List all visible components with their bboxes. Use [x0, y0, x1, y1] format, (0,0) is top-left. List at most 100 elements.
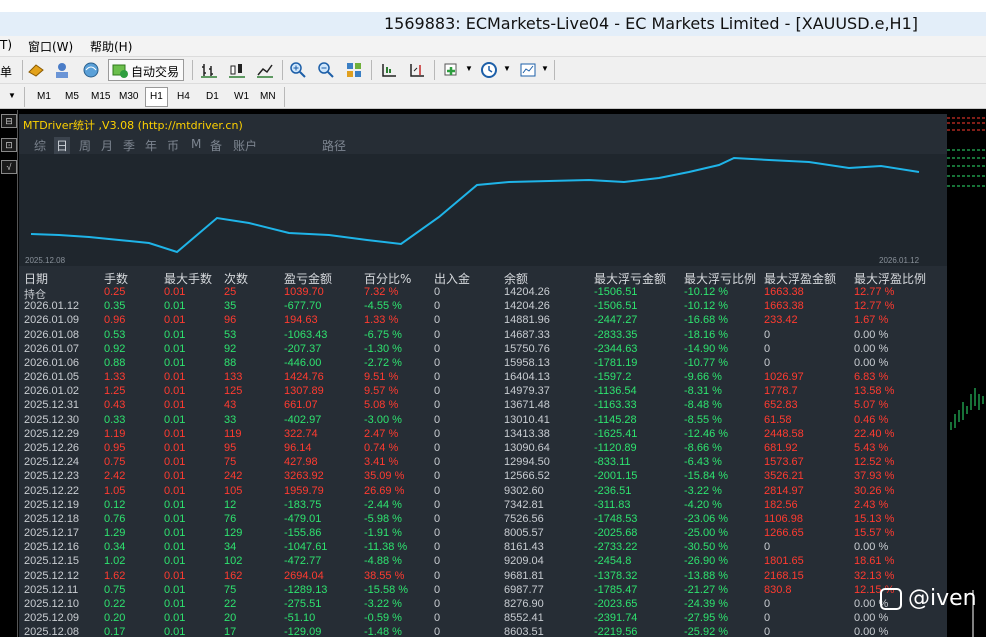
periods-clock-icon[interactable]	[480, 61, 498, 79]
cell-percent: 26.69 %	[364, 484, 405, 497]
cell-profit: -207.37	[284, 342, 322, 355]
cell-max-float-profit-pct: 6.83 %	[854, 371, 889, 384]
menu-item-tools[interactable]: T)	[0, 38, 12, 52]
timeframe-m15[interactable]: M15	[87, 87, 114, 107]
cell-max-float-loss: -311.83	[594, 498, 631, 511]
cell-date: 2026.01.12	[24, 300, 80, 313]
stats-tabs: 综 日 周 月 季 年 币 M 备 账户 路径	[19, 136, 947, 154]
line-chart-icon[interactable]	[256, 61, 274, 79]
timeframe-m5[interactable]: M5	[61, 87, 83, 107]
cell-max-float-loss: -2391.74	[594, 612, 638, 625]
cell-max-float-loss: -2833.35	[594, 328, 638, 341]
timeframe-w1[interactable]: W1	[230, 87, 253, 107]
chart-shift-icon[interactable]	[408, 61, 426, 79]
account-icon[interactable]	[53, 61, 71, 79]
mtdriver-stats-panel: MTDriver统计 ,V3.08 (http://mtdriver.cn) 综…	[19, 114, 947, 637]
candlestick-icon[interactable]	[228, 61, 246, 79]
chevron-down-icon[interactable]: ▼	[541, 64, 549, 73]
auto-scroll-icon[interactable]	[380, 61, 398, 79]
header-max-float-loss-pct: 最大浮亏比例	[684, 272, 757, 286]
cell-deposit: 0	[434, 399, 441, 412]
cell-profit: 96.14	[284, 441, 312, 454]
cell-balance: 14979.37	[504, 385, 550, 398]
cell-max-float-loss-pct: -10.12 %	[684, 286, 729, 298]
cell-max-float-loss: -1785.47	[594, 583, 638, 596]
cell-date: 2026.01.09	[24, 314, 80, 327]
cell-count: 53	[224, 328, 237, 341]
chevron-down-icon[interactable]: ▼	[465, 64, 473, 73]
tab-magic[interactable]: M	[191, 137, 201, 151]
cell-max-lots: 0.01	[164, 427, 186, 440]
cell-profit: 1039.70	[284, 286, 324, 298]
table-row: 2025.12.15 1.02 0.01 102 -472.77 -4.88 % 0 9209…	[19, 555, 947, 569]
cell-max-lots: 0.01	[164, 385, 186, 398]
tab-summary[interactable]: 综	[34, 137, 46, 154]
cell-deposit: 0	[434, 371, 441, 384]
cell-max-lots: 0.01	[164, 413, 186, 426]
cell-count: 96	[224, 314, 237, 327]
templates-icon[interactable]	[519, 61, 537, 79]
timeframe-d1[interactable]: D1	[202, 87, 223, 107]
cell-max-float-profit: 652.83	[764, 399, 798, 412]
cell-max-lots: 0.01	[164, 342, 186, 355]
tab-daily[interactable]: 日	[54, 137, 71, 154]
timeframe-h1[interactable]: H1	[145, 87, 168, 107]
chart-check-button[interactable]: √	[1, 160, 17, 174]
cell-date: 2025.12.30	[24, 413, 80, 426]
cell-deposit: 0	[434, 498, 441, 511]
cell-max-float-loss: -1625.41	[594, 427, 638, 440]
history-center-icon[interactable]	[27, 61, 45, 79]
cell-deposit: 0	[434, 413, 441, 426]
chevron-down-icon[interactable]: ▼	[503, 64, 511, 73]
cell-lots: 0.88	[104, 356, 126, 369]
auto-trade-button[interactable]: 自动交易	[108, 59, 184, 81]
cell-max-float-loss-pct: -16.68 %	[684, 314, 729, 327]
timeframe-m1[interactable]: M1	[33, 87, 55, 107]
tab-currency[interactable]: 币	[167, 137, 179, 154]
menu-item-help[interactable]: 帮助(H)	[90, 38, 132, 55]
zoom-in-icon[interactable]	[289, 61, 307, 79]
window-restore-button[interactable]: ⊟	[1, 114, 17, 128]
cell-max-lots: 0.01	[164, 470, 186, 483]
cell-max-float-profit: 61.58	[764, 413, 792, 426]
cell-count: 162	[224, 569, 243, 582]
tile-windows-icon[interactable]	[345, 61, 363, 79]
cell-lots: 0.75	[104, 456, 126, 469]
tab-path[interactable]: 路径	[322, 137, 346, 154]
cell-profit: 1307.89	[284, 385, 324, 398]
market-watch-icon[interactable]	[82, 61, 100, 79]
tab-monthly[interactable]: 月	[101, 137, 113, 154]
cell-profit: -155.86	[284, 527, 322, 540]
indicators-icon[interactable]	[442, 61, 460, 79]
tab-account[interactable]: 账户	[233, 137, 257, 154]
bar-chart-icon[interactable]	[200, 61, 218, 79]
zoom-out-icon[interactable]	[317, 61, 335, 79]
timeframe-h4[interactable]: H4	[173, 87, 194, 107]
menu-item-window[interactable]: 窗口(W)	[28, 38, 73, 55]
cell-profit: -1063.43	[284, 328, 328, 341]
cell-percent: -1.30 %	[364, 342, 402, 355]
timeframe-mn[interactable]: MN	[256, 87, 280, 107]
cell-max-float-profit: 1573.67	[764, 456, 804, 469]
cell-profit: -446.00	[284, 356, 322, 369]
cell-count: 17	[224, 626, 237, 637]
cell-max-float-profit: 1026.97	[764, 371, 804, 384]
tab-quarterly[interactable]: 季	[123, 137, 135, 154]
balance-curve-svg	[30, 156, 920, 254]
cell-profit: -479.01	[284, 512, 322, 525]
cell-count: 76	[224, 512, 237, 525]
cell-max-float-profit-pct: 15.13 %	[854, 512, 895, 525]
tab-weekly[interactable]: 周	[79, 137, 91, 154]
cell-deposit: 0	[434, 314, 441, 327]
new-order-label[interactable]: 订单	[0, 63, 12, 80]
cell-date: 2025.12.18	[24, 512, 80, 525]
tab-yearly[interactable]: 年	[145, 137, 157, 154]
chevron-down-icon[interactable]: ▼	[8, 91, 16, 100]
cell-date: 2026.01.08	[24, 328, 80, 341]
cell-max-float-loss-pct: -6.43 %	[684, 456, 722, 469]
window-minimize-button[interactable]: ⊡	[1, 138, 17, 152]
table-row: 2025.12.26 0.95 0.01 95 96.14 0.74 % 0 13090.64…	[19, 442, 947, 456]
timeframe-m30[interactable]: M30	[115, 87, 142, 107]
tab-notes[interactable]: 备	[210, 137, 222, 154]
cell-max-float-loss: -1781.19	[594, 356, 638, 369]
